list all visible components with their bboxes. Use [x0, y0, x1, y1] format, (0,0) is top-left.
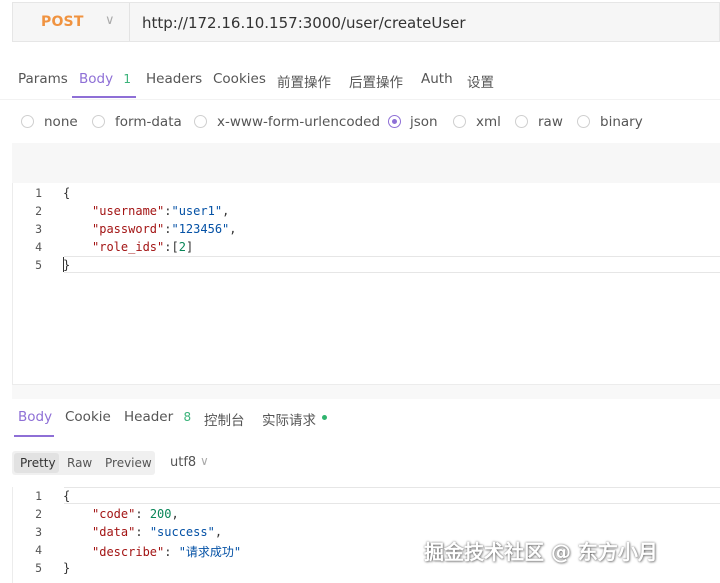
- active-tab-indicator: [14, 435, 54, 437]
- json-key: "data": [92, 525, 136, 539]
- json-tail: ,: [171, 507, 179, 521]
- line-number: 3: [35, 222, 42, 236]
- url-bar: POST ∨ http://172.16.10.157:3000/user/cr…: [12, 2, 720, 42]
- line-number: 1: [35, 489, 42, 503]
- radio-binary-label: binary: [600, 114, 643, 130]
- json-value: 200: [149, 507, 172, 521]
- json-value: "success": [149, 525, 215, 539]
- json-value: "123456": [171, 222, 230, 236]
- code-line: {: [63, 186, 71, 200]
- code-line: "data": "success",: [92, 525, 222, 539]
- code-line: "password":"123456",: [92, 222, 237, 236]
- radio-xml-label: xml: [476, 114, 501, 130]
- radio-form-data[interactable]: [92, 115, 105, 128]
- json-tail: ]: [185, 240, 194, 254]
- editor-footer: [12, 385, 720, 399]
- chevron-down-icon: ∨: [200, 454, 209, 468]
- line-number: 5: [35, 258, 42, 272]
- json-value: "请求成功": [178, 545, 242, 559]
- code-line: "role_ids":[2]: [92, 240, 193, 254]
- code-line: {: [63, 489, 71, 503]
- response-tab-actual-request[interactable]: 实际请求: [262, 409, 316, 429]
- json-sep: :: [135, 525, 150, 539]
- line-number: 4: [35, 240, 42, 254]
- json-value: 2: [178, 240, 186, 254]
- line-number: 2: [35, 204, 42, 218]
- tab-body-label: Body: [79, 71, 114, 87]
- json-tail: ,: [214, 525, 223, 539]
- json-key: "code": [92, 507, 136, 521]
- line-number: 5: [35, 561, 42, 575]
- json-sep: :: [135, 507, 150, 521]
- mode-raw[interactable]: Raw: [67, 456, 92, 470]
- tab-body-badge: 1: [123, 72, 132, 86]
- code-line: "code": 200,: [92, 507, 179, 521]
- chevron-down-icon: ∨: [105, 13, 115, 28]
- tab-post-operations[interactable]: 后置操作: [349, 71, 403, 91]
- json-key: "password": [92, 222, 165, 236]
- radio-raw-label: raw: [538, 114, 563, 130]
- code-line: }: [63, 561, 71, 575]
- json-sep: :: [164, 545, 179, 559]
- json-tail: ,: [229, 222, 237, 236]
- method-select[interactable]: POST ∨: [13, 3, 129, 41]
- status-dot-icon: [322, 415, 327, 420]
- json-key: "role_ids": [92, 240, 165, 254]
- radio-json[interactable]: [388, 115, 401, 128]
- response-tab-header-badge: 8: [183, 410, 192, 424]
- editor-toolbar: [12, 143, 720, 183]
- tab-headers[interactable]: Headers: [146, 71, 202, 87]
- mode-pretty[interactable]: Pretty: [20, 456, 56, 470]
- encoding-select[interactable]: utf8: [170, 455, 196, 470]
- line-number: 4: [35, 543, 42, 557]
- line-number: 1: [35, 186, 42, 200]
- line-number: 2: [35, 507, 42, 521]
- json-value: "user1": [171, 204, 223, 218]
- tab-pre-operations[interactable]: 前置操作: [277, 71, 331, 91]
- current-line-highlight: [64, 256, 720, 273]
- active-tab-indicator: [72, 96, 136, 98]
- code-line: }: [63, 258, 71, 272]
- current-line-highlight: [64, 487, 720, 504]
- json-sep: :[: [164, 240, 179, 254]
- radio-none-label: none: [44, 114, 78, 130]
- tab-body[interactable]: Body 1: [79, 71, 131, 87]
- response-tab-cookie[interactable]: Cookie: [65, 409, 111, 425]
- tab-auth[interactable]: Auth: [421, 71, 453, 87]
- method-label: POST: [41, 14, 84, 30]
- json-tail: ,: [222, 204, 230, 218]
- mode-preview[interactable]: Preview: [105, 456, 152, 470]
- radio-x-www-form-urlencoded-label: x-www-form-urlencoded: [217, 114, 381, 130]
- radio-x-www-form-urlencoded[interactable]: [194, 115, 207, 128]
- radio-form-data-label: form-data: [115, 114, 182, 130]
- code-line: "username":"user1",: [92, 204, 229, 218]
- radio-xml[interactable]: [453, 115, 466, 128]
- response-tab-console[interactable]: 控制台: [204, 409, 245, 429]
- radio-none[interactable]: [21, 115, 34, 128]
- response-tab-header-label: Header: [124, 409, 174, 425]
- tab-params[interactable]: Params: [18, 71, 68, 87]
- radio-binary[interactable]: [577, 115, 590, 128]
- response-tab-body[interactable]: Body: [18, 409, 52, 425]
- json-key: "describe": [92, 545, 165, 559]
- tab-settings[interactable]: 设置: [467, 71, 494, 91]
- json-key: "username": [92, 204, 165, 218]
- divider: [0, 99, 720, 100]
- code-line: "describe": "请求成功": [92, 543, 241, 560]
- watermark: 掘金技术社区 @ 东方小月: [424, 540, 658, 564]
- tab-cookies[interactable]: Cookies: [213, 71, 266, 87]
- radio-raw[interactable]: [515, 115, 528, 128]
- response-tab-header[interactable]: Header 8: [124, 409, 191, 425]
- url-input[interactable]: http://172.16.10.157:3000/user/createUse…: [142, 14, 466, 32]
- line-number: 3: [35, 525, 42, 539]
- divider: [129, 3, 130, 41]
- radio-json-label: json: [410, 114, 438, 130]
